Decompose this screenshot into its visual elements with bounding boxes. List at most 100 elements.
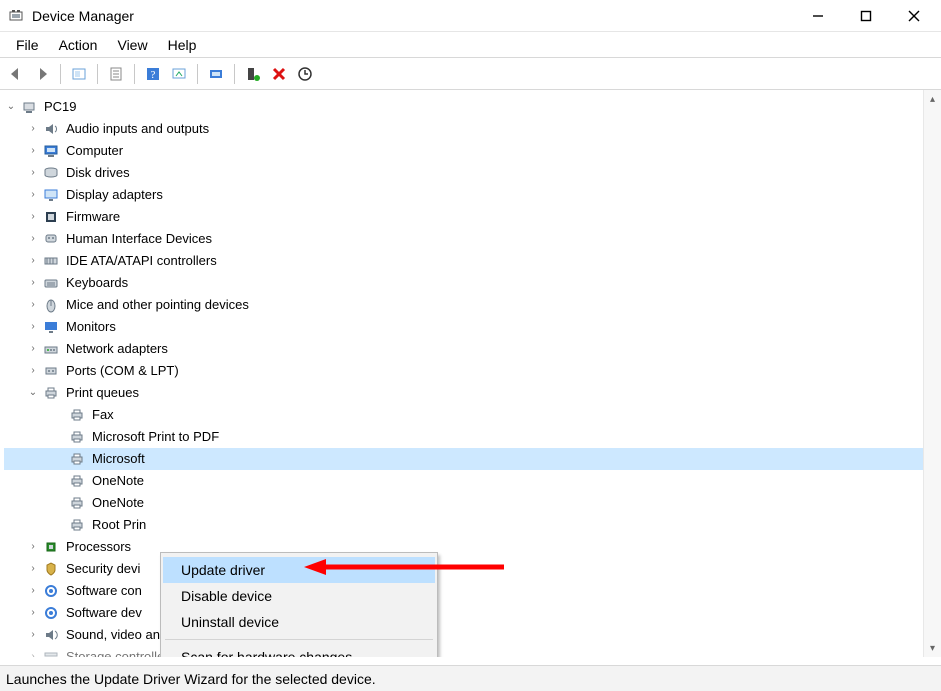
tree-category[interactable]: › Software dev (4, 602, 941, 624)
tree-device[interactable]: Microsoft Print to PDF (4, 426, 941, 448)
tree-category[interactable]: › Storage controllers (4, 646, 941, 657)
tree-category[interactable]: › Sound, video and game controllers (4, 624, 941, 646)
expand-toggle[interactable]: › (26, 275, 40, 292)
expand-toggle[interactable]: › (26, 583, 40, 600)
printer-icon (68, 494, 86, 512)
tree-category[interactable]: › Mice and other pointing devices (4, 294, 941, 316)
expand-toggle[interactable]: › (26, 121, 40, 138)
expand-toggle[interactable]: › (26, 297, 40, 314)
printer-icon (68, 516, 86, 534)
tree-category-label: Ports (COM & LPT) (64, 360, 181, 381)
scan-hardware-button[interactable] (293, 62, 317, 86)
nav-forward-button[interactable] (30, 62, 54, 86)
expand-toggle[interactable]: › (26, 231, 40, 248)
context-menu: Update driverDisable deviceUninstall dev… (160, 552, 438, 657)
toolbar: ? (0, 58, 941, 90)
computer-icon (42, 142, 60, 160)
scan-button[interactable] (167, 62, 191, 86)
tree-category[interactable]: › Disk drives (4, 162, 941, 184)
context-item[interactable]: Uninstall device (163, 609, 435, 635)
tree-category[interactable]: › Security devi (4, 558, 941, 580)
expand-toggle[interactable]: › (26, 561, 40, 578)
tree-category[interactable]: › Monitors (4, 316, 941, 338)
expand-toggle[interactable]: › (26, 539, 40, 556)
display-icon (42, 186, 60, 204)
tree-device[interactable]: Microsoft (4, 448, 941, 470)
close-button[interactable] (899, 4, 929, 28)
expand-toggle[interactable]: › (26, 341, 40, 358)
tree-category[interactable]: › Firmware (4, 206, 941, 228)
tree-category[interactable]: › IDE ATA/ATAPI controllers (4, 250, 941, 272)
tree-category-label: Processors (64, 536, 133, 557)
expand-toggle[interactable]: › (26, 319, 40, 336)
expand-toggle[interactable]: › (26, 143, 40, 160)
nav-back-button[interactable] (4, 62, 28, 86)
tree-category[interactable]: › Software con (4, 580, 941, 602)
expand-toggle[interactable]: › (26, 209, 40, 226)
expand-toggle[interactable]: › (26, 649, 40, 657)
titlebar: Device Manager (0, 0, 941, 32)
context-separator (165, 639, 433, 640)
tree-device-label: Root Prin (90, 514, 148, 535)
context-item[interactable]: Update driver (163, 557, 435, 583)
vertical-scrollbar[interactable]: ▴ ▾ (923, 90, 941, 657)
minimize-button[interactable] (803, 4, 833, 28)
expand-toggle[interactable]: › (26, 627, 40, 644)
tree-device-label: OneNote (90, 492, 146, 513)
context-item[interactable]: Disable device (163, 583, 435, 609)
network-icon (42, 340, 60, 358)
keyboard-icon (42, 274, 60, 292)
sound-icon (42, 626, 60, 644)
window-title: Device Manager (32, 8, 134, 24)
expand-toggle[interactable]: › (26, 605, 40, 622)
tree-category-label: Disk drives (64, 162, 132, 183)
tree-category[interactable]: › Display adapters (4, 184, 941, 206)
menu-action[interactable]: Action (49, 35, 108, 55)
ports-icon (42, 362, 60, 380)
tree-root[interactable]: ⌄ PC19 (4, 96, 941, 118)
tree-category-label: Mice and other pointing devices (64, 294, 251, 315)
show-hidden-button[interactable] (67, 62, 91, 86)
menu-help[interactable]: Help (158, 35, 207, 55)
update-driver-button[interactable] (204, 62, 228, 86)
expand-toggle[interactable]: ⌄ (4, 99, 18, 116)
expand-toggle[interactable]: › (26, 363, 40, 380)
tree-device[interactable]: Fax (4, 404, 941, 426)
audio-icon (42, 120, 60, 138)
expand-toggle[interactable]: › (26, 187, 40, 204)
expand-toggle[interactable]: › (26, 165, 40, 182)
computer-icon (20, 98, 38, 116)
tree-device[interactable]: OneNote (4, 492, 941, 514)
tree-category-label: Software dev (64, 602, 144, 623)
tree-device[interactable]: OneNote (4, 470, 941, 492)
tree-category-label: Human Interface Devices (64, 228, 214, 249)
security-icon (42, 560, 60, 578)
tree-category[interactable]: › Keyboards (4, 272, 941, 294)
properties-button[interactable] (104, 62, 128, 86)
tree-category[interactable]: › Human Interface Devices (4, 228, 941, 250)
tree-category-label: IDE ATA/ATAPI controllers (64, 250, 219, 271)
expand-toggle[interactable]: ⌄ (26, 385, 40, 402)
tree-category[interactable]: › Processors (4, 536, 941, 558)
context-item[interactable]: Scan for hardware changes (163, 644, 435, 657)
menu-file[interactable]: File (6, 35, 49, 55)
tree-category[interactable]: › Ports (COM & LPT) (4, 360, 941, 382)
tree-category[interactable]: › Computer (4, 140, 941, 162)
tree-category[interactable]: › Network adapters (4, 338, 941, 360)
app-icon (8, 8, 24, 24)
uninstall-device-button[interactable] (267, 62, 291, 86)
status-text: Launches the Update Driver Wizard for th… (6, 671, 376, 687)
tree-category[interactable]: ⌄ Print queues (4, 382, 941, 404)
tree-category-label: Firmware (64, 206, 122, 227)
menu-view[interactable]: View (107, 35, 157, 55)
expand-toggle[interactable]: › (26, 253, 40, 270)
tree-device-label: OneNote (90, 470, 146, 491)
printer-icon (68, 406, 86, 424)
tree-device[interactable]: Root Prin (4, 514, 941, 536)
software-icon (42, 604, 60, 622)
scroll-up-button[interactable]: ▴ (924, 90, 941, 108)
help-button[interactable]: ? (141, 62, 165, 86)
enable-device-button[interactable] (241, 62, 265, 86)
maximize-button[interactable] (851, 4, 881, 28)
tree-category[interactable]: › Audio inputs and outputs (4, 118, 941, 140)
